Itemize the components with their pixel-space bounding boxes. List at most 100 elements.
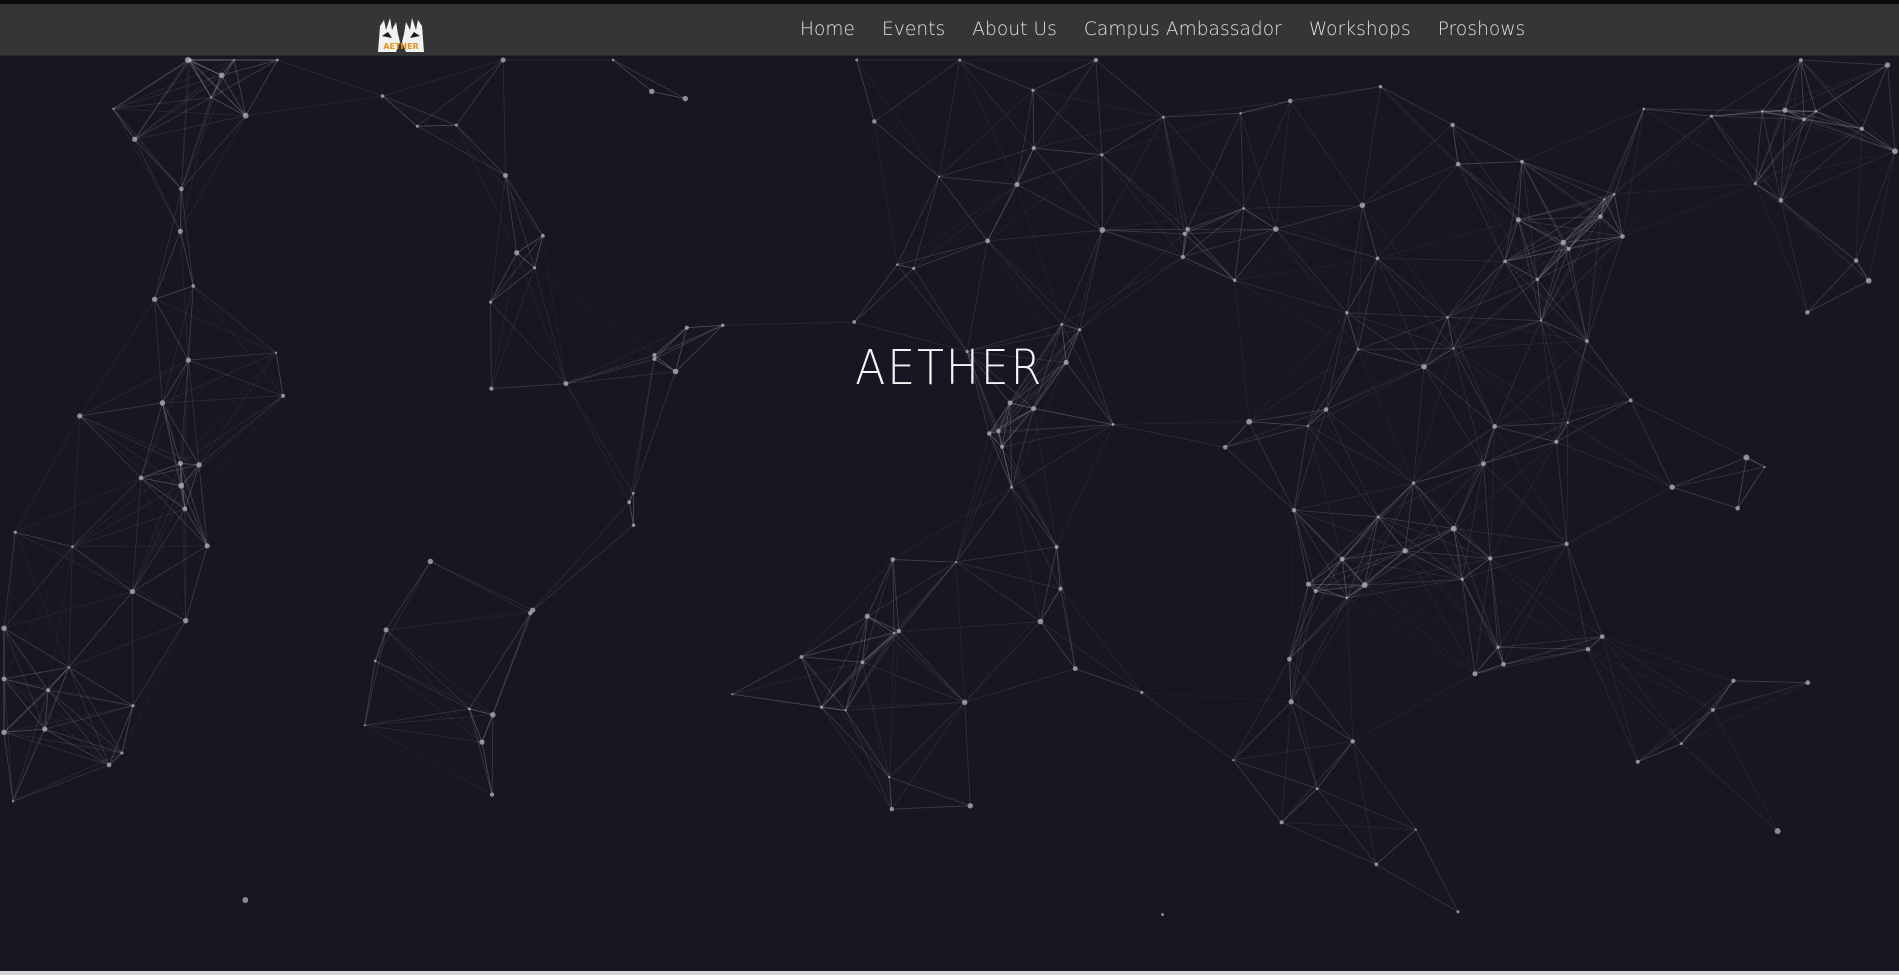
network-line — [3, 627, 70, 668]
network-line — [68, 591, 133, 668]
network-line — [1380, 86, 1453, 126]
network-line — [154, 285, 194, 300]
network-line — [154, 231, 181, 300]
network-node — [958, 58, 962, 62]
network-node — [1743, 454, 1750, 461]
network-line — [1033, 147, 1103, 231]
nav-item-about-us[interactable]: About Us — [972, 4, 1057, 55]
network-node — [1313, 588, 1318, 594]
network-line — [3, 731, 123, 754]
network-line — [1452, 219, 1519, 349]
network-node — [1054, 544, 1059, 550]
network-line — [1457, 163, 1538, 280]
network-line — [1095, 59, 1164, 118]
network-line — [134, 138, 182, 190]
network-line — [1275, 228, 1359, 350]
network-node — [1798, 58, 1803, 62]
network-line — [1503, 648, 1589, 665]
network-line — [1316, 788, 1377, 865]
network-line — [732, 661, 863, 695]
network-line — [530, 501, 630, 614]
network-line — [1494, 426, 1557, 443]
network-line — [1780, 111, 1817, 201]
network-line — [1672, 486, 1738, 509]
nav-item-proshows[interactable]: Proshows — [1438, 4, 1526, 55]
network-node — [159, 400, 166, 406]
winged-logo-icon: AETHER — [378, 18, 424, 52]
network-line — [385, 629, 494, 716]
network-line — [1711, 115, 1756, 184]
network-node — [46, 688, 51, 693]
network-line — [1490, 558, 1603, 637]
brand-logo[interactable]: AETHER — [376, 16, 426, 56]
network-node — [1731, 678, 1736, 683]
network-node — [383, 627, 389, 633]
network-node — [1291, 507, 1297, 513]
network-node — [819, 705, 824, 709]
network-line — [3, 731, 110, 766]
network-node — [1892, 148, 1898, 155]
network-line — [1240, 113, 1277, 230]
network-node — [1501, 661, 1506, 667]
network-node — [1100, 153, 1104, 157]
network-line — [121, 620, 187, 754]
network-line — [1234, 228, 1277, 281]
network-node — [1374, 862, 1379, 867]
nav-item-events[interactable]: Events — [882, 4, 945, 55]
network-line — [132, 620, 187, 706]
network-line — [955, 486, 1012, 563]
nav-item-workshops[interactable]: Workshops — [1309, 4, 1411, 55]
network-line — [502, 59, 506, 176]
network-node — [1058, 586, 1063, 591]
network-node — [1539, 319, 1543, 322]
network-node — [1778, 198, 1784, 203]
network-node — [177, 460, 183, 466]
network-line — [1490, 543, 1567, 559]
network-line — [888, 702, 965, 778]
network-line — [1275, 228, 1348, 313]
network-line — [1377, 463, 1484, 518]
network-node — [1378, 84, 1383, 89]
network-line — [1566, 422, 1569, 544]
network-line — [955, 561, 1061, 590]
network-node — [1455, 161, 1461, 167]
network-line — [382, 95, 418, 127]
network-line — [132, 485, 182, 592]
network-line — [1293, 510, 1309, 585]
network-line — [490, 252, 518, 303]
network-line — [1289, 584, 1366, 660]
network-node — [1503, 259, 1507, 264]
network-line — [1362, 205, 1448, 318]
network-line — [47, 689, 123, 754]
network-line — [1800, 59, 1888, 66]
network-line — [1032, 90, 1035, 149]
network-line — [233, 59, 247, 116]
nav-item-home[interactable]: Home — [800, 4, 855, 55]
network-line — [1601, 636, 1639, 762]
network-node — [363, 724, 366, 727]
network-node — [1, 625, 7, 631]
network-line — [530, 524, 634, 614]
network-line — [1566, 486, 1673, 545]
network-line — [1281, 822, 1377, 865]
network-line — [1377, 482, 1414, 518]
network-node — [1060, 322, 1064, 326]
network-line — [1755, 183, 1870, 282]
network-node — [179, 186, 184, 192]
network-node — [1361, 582, 1368, 588]
network-node — [1099, 227, 1106, 233]
network-node — [1628, 398, 1633, 403]
network-node — [1710, 708, 1715, 712]
network-node — [131, 704, 135, 708]
network-node — [967, 803, 973, 809]
network-line — [198, 395, 284, 466]
network-node — [1884, 62, 1891, 68]
network-line — [1163, 117, 1189, 230]
network-line — [3, 678, 123, 754]
network-line — [1243, 207, 1378, 259]
network-node — [67, 666, 70, 669]
network-node — [1288, 699, 1294, 705]
network-line — [179, 189, 182, 232]
nav-item-campus-ambassador[interactable]: Campus Ambassador — [1084, 4, 1282, 55]
network-node — [1635, 759, 1640, 764]
